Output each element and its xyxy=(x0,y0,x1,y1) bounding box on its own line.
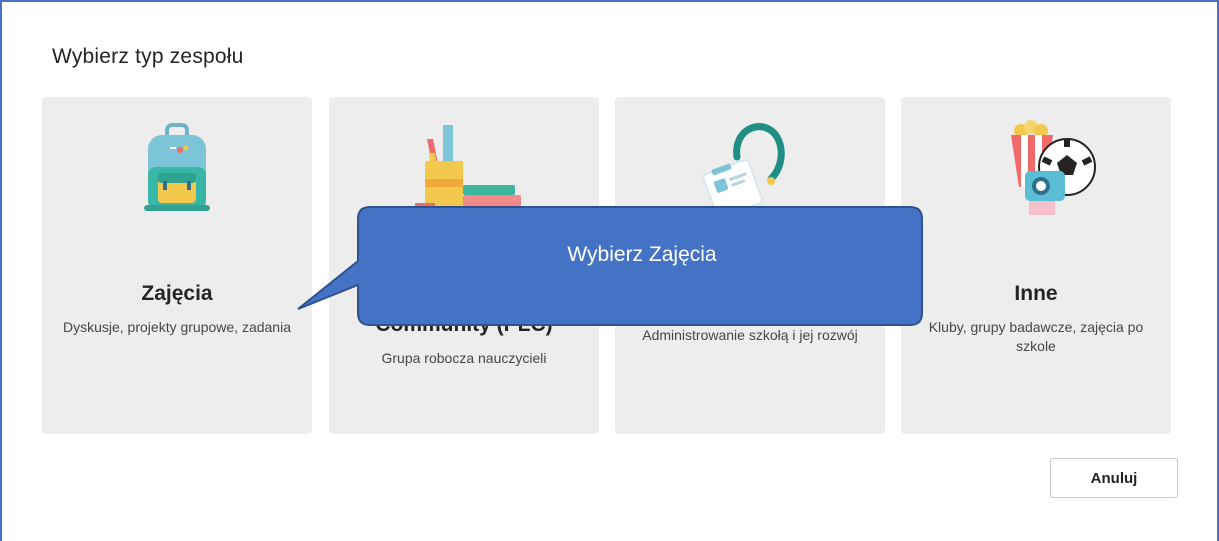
callout-text: Wybierz Zajęcia xyxy=(567,243,717,266)
backpack-icon xyxy=(42,117,312,232)
cancel-button[interactable]: Anuluj xyxy=(1050,458,1178,498)
card-title: Zajęcia xyxy=(141,282,213,305)
card-title: Inne xyxy=(1014,282,1058,305)
card-description: Kluby, grupy badawcze, zajęcia po szkole xyxy=(928,319,1144,354)
dialog-title: Wybierz typ zespołu xyxy=(52,45,244,68)
team-type-card-other[interactable]: Inne Kluby, grupy badawcze, zajęcia po s… xyxy=(901,97,1171,434)
card-description: Grupa robocza nauczycieli xyxy=(381,350,547,366)
team-type-card-class[interactable]: Zajęcia Dyskusje, projekty grupowe, zada… xyxy=(42,97,312,434)
card-description: Dyskusje, projekty grupowe, zadania xyxy=(62,319,291,335)
popcorn-camera-ball-icon xyxy=(901,117,1171,232)
callout-annotation: Wybierz Zajęcia xyxy=(290,205,930,330)
